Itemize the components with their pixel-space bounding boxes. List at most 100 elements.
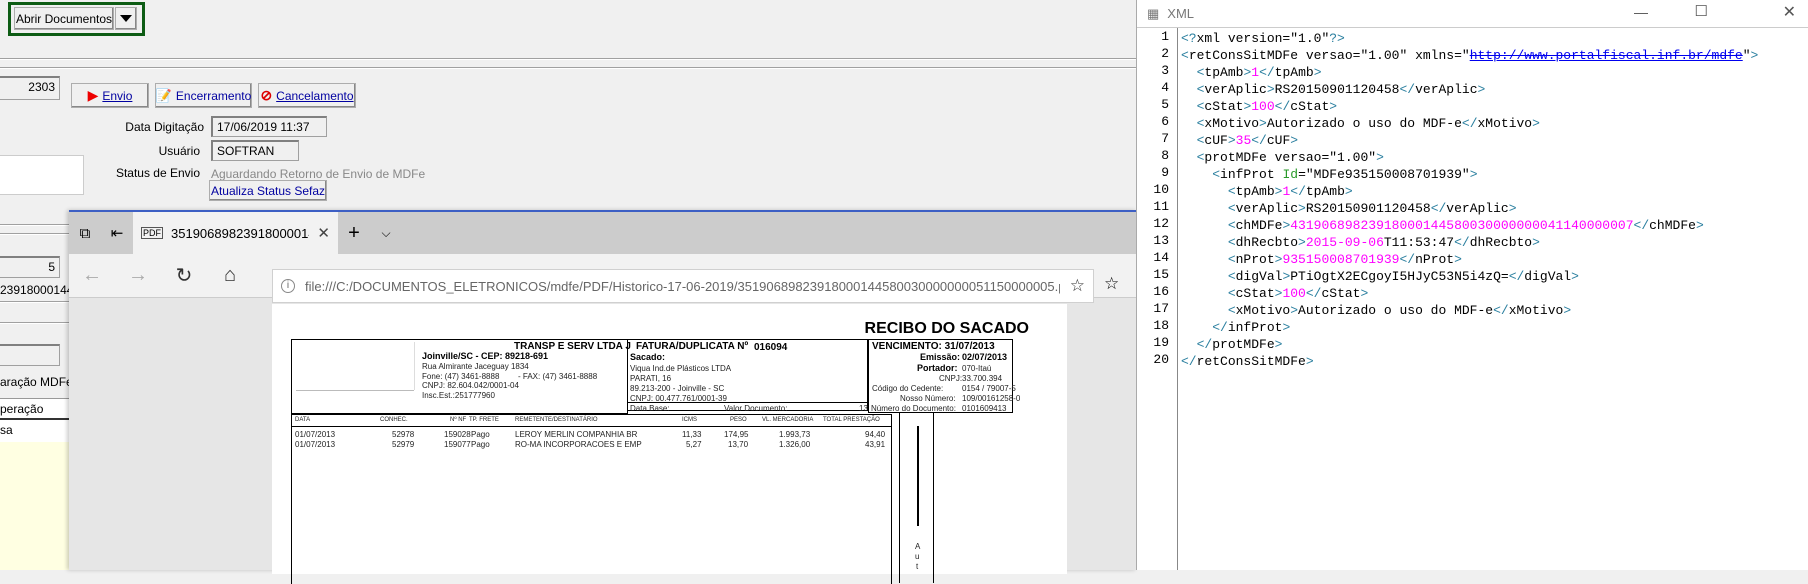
emissao: 02/07/2013	[962, 352, 1008, 362]
usuario-label: Usuário	[158, 144, 200, 158]
xml-line: <tpAmb>1</tpAmb>	[1181, 64, 1758, 81]
cancelamento-button[interactable]: ⊘ Cancelamento	[258, 83, 356, 108]
xml-line: </protMDFe>	[1181, 336, 1758, 353]
xml-token: >	[1274, 337, 1283, 352]
line-number: 7	[1161, 131, 1169, 146]
line-number: 8	[1161, 148, 1169, 163]
xml-token: </	[1290, 184, 1306, 199]
xml-token	[1181, 286, 1228, 301]
cell: 159077	[444, 440, 471, 449]
xml-token: xMotivo	[1508, 303, 1564, 318]
col-operacao-header[interactable]: peração	[0, 398, 69, 420]
company-cnpj: CNPJ: 82.604.042/0001-04	[422, 381, 519, 390]
envio-label: Envio	[102, 88, 133, 103]
grid-empty-area	[0, 442, 69, 570]
xml-token: </	[1493, 303, 1509, 318]
xml-token: >	[1469, 167, 1478, 182]
xml-token: >	[1313, 65, 1322, 80]
xml-token	[1181, 150, 1197, 165]
cedente-label: Código do Cedente:	[872, 384, 944, 393]
data-digitacao-label: Data Digitação	[125, 120, 204, 134]
atualiza-status-button[interactable]: Atualiza Status Sefaz	[209, 180, 327, 201]
chevron-down-icon[interactable]: ⌵	[370, 212, 402, 254]
cell: 1.993,73	[779, 430, 811, 439]
open-docs-dropdown[interactable]	[115, 7, 137, 30]
col-header: REMETENTE/DESTINATÁRIO	[515, 417, 598, 423]
xml-token: verAplic	[1235, 201, 1299, 216]
divider	[628, 402, 868, 403]
data-digitacao-field[interactable]: 17/06/2019 11:37	[211, 116, 327, 137]
numero-doc: 0101609413	[962, 404, 1007, 413]
col-header: TP. FRETE	[469, 417, 499, 423]
col-header: PESO	[730, 417, 747, 423]
new-tab-icon[interactable]: +	[338, 212, 370, 254]
xml-token: PTiOgtX2ECgoyI5HJyC53N5i4zQ=	[1290, 269, 1509, 284]
address-bar[interactable]: i file:///C:/DOCUMENTOS_ELETRONICOS/mdfe…	[272, 269, 1094, 303]
vencimento: VENCIMENTO: 31/07/2013	[872, 341, 995, 352]
xml-token: nProt	[1415, 252, 1455, 267]
xml-token: tpAmb	[1235, 184, 1275, 199]
favorite-star-icon[interactable]: ☆	[1070, 276, 1085, 296]
xml-token: 100	[1282, 286, 1306, 301]
xml-editor[interactable]: 1 2 3 4 5 6 7 8 9 10 11 12 13 14 15 16 17 18 19 20 <?xml ve…	[1137, 27, 1808, 570]
line-number: 12	[1153, 216, 1169, 231]
xml-token: protMDFe versao=	[1204, 150, 1330, 165]
xml-code: <?xml version="1.0"?> <retConsSitMDFe ver…	[1181, 30, 1758, 370]
xml-token: digVal	[1524, 269, 1572, 284]
line-number: 15	[1153, 267, 1169, 282]
chave-partial: 23918000144	[0, 283, 74, 297]
cell: 01/07/2013	[295, 430, 336, 439]
xml-line: <xMotivo>Autorizado o uso do MDF-e</xMot…	[1181, 302, 1758, 319]
xml-token: >	[1298, 201, 1306, 216]
xml-link[interactable]: http://www.portalfiscal.inf.br/mdfe	[1470, 48, 1743, 63]
empty-field[interactable]	[0, 344, 60, 366]
xml-token: =	[1298, 167, 1306, 182]
xml-token: </	[1181, 354, 1197, 369]
xml-line: <cUF>35</cUF>	[1181, 132, 1758, 149]
xml-token	[1181, 269, 1228, 284]
line-number: 2	[1161, 46, 1169, 61]
encerramento-button[interactable]: 📝 Encerramento	[155, 83, 252, 108]
tab-geracao-mdfe[interactable]: aração MDFe	[0, 375, 79, 394]
xml-token: <	[1181, 48, 1189, 63]
memo-field[interactable]	[0, 155, 84, 195]
minimize-icon[interactable]: —	[1634, 4, 1648, 20]
maximize-icon[interactable]: ☐	[1695, 2, 1708, 20]
set-tabs-aside-icon[interactable]: ⇤	[101, 212, 133, 254]
tabs-aside-icon[interactable]: ⧉	[69, 212, 101, 254]
xml-token: xmlns=	[1407, 48, 1462, 63]
send-icon: ▶	[87, 87, 99, 103]
status-envio-value: Aguardando Retorno de Envio de MDFe	[211, 167, 426, 181]
open-docs-button[interactable]: Abrir Documentos	[14, 7, 114, 30]
cell: Pago	[471, 430, 490, 439]
xml-token: <	[1227, 201, 1236, 216]
xml-line: <digVal>PTiOgtX2ECgoyI5HJyC53N5i4zQ=</di…	[1181, 268, 1758, 285]
envio-button[interactable]: ▶ Envio	[71, 83, 149, 108]
line-number-gutter: 1 2 3 4 5 6 7 8 9 10 11 12 13 14 15 16 17 18 19 20	[1137, 28, 1178, 570]
notepad-icon: 📝	[155, 87, 172, 103]
xml-token: >	[1563, 303, 1572, 318]
xml-token: >	[1259, 116, 1267, 131]
chevron-down-icon	[120, 15, 132, 22]
back-icon[interactable]: ←	[69, 264, 115, 287]
forward-icon[interactable]: →	[115, 264, 161, 287]
close-tab-icon[interactable]: ✕	[317, 224, 330, 242]
field-5[interactable]: 5	[0, 256, 60, 278]
xml-token: </	[1633, 218, 1650, 233]
favorites-hub-icon[interactable]: ☆	[1104, 274, 1119, 294]
table-row[interactable]: sa	[0, 420, 69, 442]
number-field[interactable]: 2303	[0, 76, 60, 100]
xml-token: <	[1227, 235, 1236, 250]
usuario-field[interactable]: SOFTRAN	[211, 140, 299, 161]
browser-tab[interactable]: PDF 35190689823918000014 ✕	[133, 212, 338, 254]
xml-token	[1181, 116, 1197, 131]
home-icon[interactable]: ⌂	[207, 264, 253, 287]
xml-token	[1181, 320, 1212, 335]
close-icon[interactable]: ✕	[1783, 2, 1796, 22]
pdf-page: RECIBO DO SACADO TRANSP E SERV LTDA J Jo…	[272, 304, 1067, 584]
xml-token: RS20150901120458	[1274, 82, 1400, 97]
refresh-icon[interactable]: ↻	[161, 263, 207, 288]
xml-token: "	[1461, 48, 1470, 63]
col-header: CONHEC.	[380, 417, 408, 423]
xml-line: <?xml version="1.0"?>	[1181, 30, 1758, 47]
